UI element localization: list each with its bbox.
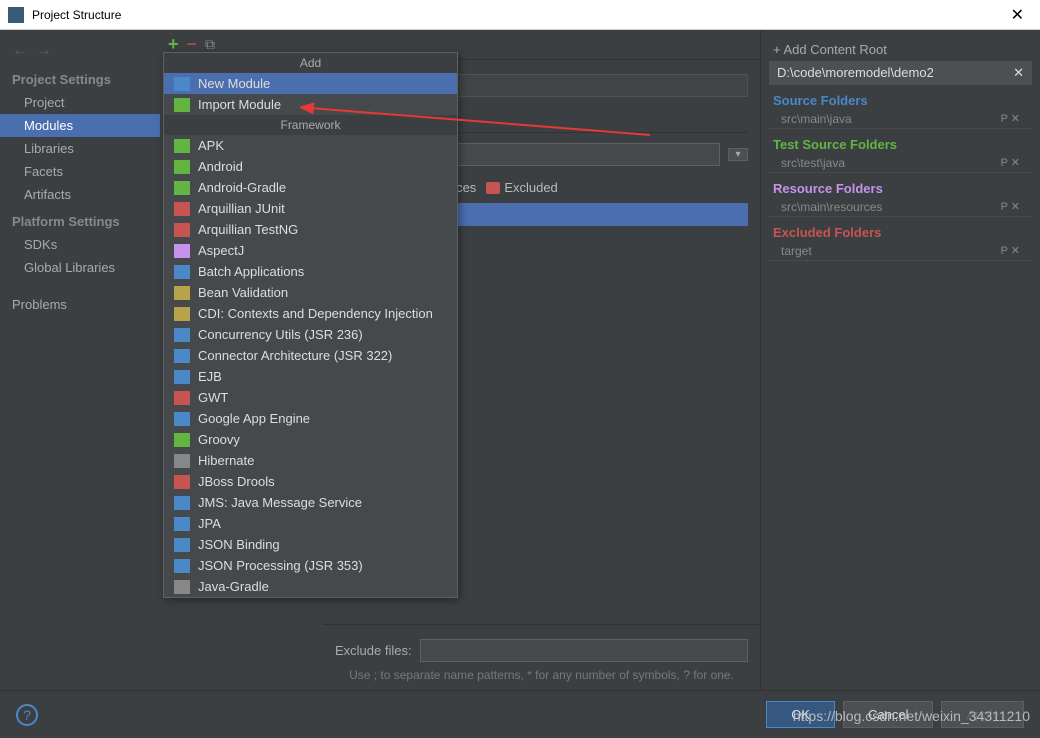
framework-icon (174, 202, 190, 216)
popup-item-framework[interactable]: Batch Applications (164, 261, 457, 282)
framework-icon (174, 517, 190, 531)
popup-item-framework[interactable]: APK (164, 135, 457, 156)
help-icon[interactable]: ? (16, 704, 38, 726)
sidebar-item-problems[interactable]: Problems (0, 293, 160, 316)
remove-folder-icon[interactable]: ✕ (1011, 201, 1020, 213)
add-popup: Add New Module Import Module Framework A… (163, 52, 458, 598)
framework-icon (174, 139, 190, 153)
popup-item-framework[interactable]: Arquillian TestNG (164, 219, 457, 240)
add-content-root-button[interactable]: + Add Content Root (769, 38, 1032, 61)
sidebar-item-project[interactable]: Project (0, 91, 160, 114)
framework-icon (174, 454, 190, 468)
popup-item-framework[interactable]: JMS: Java Message Service (164, 492, 457, 513)
popup-item-framework[interactable]: JPA (164, 513, 457, 534)
popup-item-framework[interactable]: JBoss Drools (164, 471, 457, 492)
folder-path[interactable]: src\main\resourcesP ✕ (769, 198, 1032, 217)
section-platform-settings: Platform Settings (0, 206, 160, 233)
framework-icon (174, 307, 190, 321)
edit-icon[interactable]: P (1001, 113, 1008, 125)
remove-folder-icon[interactable]: ✕ (1011, 245, 1020, 257)
popup-item-framework[interactable]: CDI: Contexts and Dependency Injection (164, 303, 457, 324)
popup-item-framework[interactable]: Bean Validation (164, 282, 457, 303)
folder-group-title: Source Folders (769, 91, 1032, 110)
framework-icon (174, 223, 190, 237)
exclude-hint: Use ; to separate name patterns, * for a… (335, 668, 748, 682)
framework-icon (174, 160, 190, 174)
folder-path[interactable]: src\test\javaP ✕ (769, 154, 1032, 173)
back-icon[interactable]: ← (12, 42, 28, 60)
remove-folder-icon[interactable]: ✕ (1011, 157, 1020, 169)
popup-item-framework[interactable]: Concurrency Utils (JSR 236) (164, 324, 457, 345)
watermark: https://blog.csdn.net/weixin_34311210 (793, 708, 1030, 724)
folder-path[interactable]: src\main\javaP ✕ (769, 110, 1032, 129)
framework-icon (174, 286, 190, 300)
edit-icon[interactable]: P (1001, 245, 1008, 257)
sidebar-item-modules[interactable]: Modules (0, 114, 160, 137)
sidebar-item-global-libraries[interactable]: Global Libraries (0, 256, 160, 279)
popup-item-framework[interactable]: GWT (164, 387, 457, 408)
copy-icon[interactable]: ⧉ (205, 36, 215, 53)
framework-icon (174, 181, 190, 195)
popup-item-import-module[interactable]: Import Module (164, 94, 457, 115)
popup-item-new-module[interactable]: New Module (164, 73, 457, 94)
chevron-down-icon[interactable]: ▾ (728, 148, 748, 161)
edit-icon[interactable]: P (1001, 201, 1008, 213)
content-roots-panel: + Add Content Root D:\code\moremodel\dem… (760, 30, 1040, 690)
popup-header-add: Add (164, 53, 457, 73)
framework-icon (174, 412, 190, 426)
framework-icon (174, 433, 190, 447)
popup-item-framework[interactable]: Java-Gradle (164, 576, 457, 597)
framework-icon (174, 496, 190, 510)
popup-item-framework[interactable]: Google App Engine (164, 408, 457, 429)
popup-item-framework[interactable]: AspectJ (164, 240, 457, 261)
sidebar-item-libraries[interactable]: Libraries (0, 137, 160, 160)
framework-icon (174, 328, 190, 342)
sidebar-item-sdks[interactable]: SDKs (0, 233, 160, 256)
content-root-header: D:\code\moremodel\demo2 ✕ (769, 61, 1032, 85)
excluded-icon (486, 182, 500, 194)
popup-item-framework[interactable]: Android-Gradle (164, 177, 457, 198)
edit-icon[interactable]: P (1001, 157, 1008, 169)
sidebar-item-artifacts[interactable]: Artifacts (0, 183, 160, 206)
exclude-input[interactable] (420, 639, 748, 662)
remove-folder-icon[interactable]: ✕ (1011, 113, 1020, 125)
window-title: Project Structure (32, 8, 1003, 22)
nav-arrows: ← → (0, 38, 160, 64)
close-icon[interactable]: ✕ (1003, 5, 1032, 25)
framework-icon (174, 580, 190, 594)
close-root-icon[interactable]: ✕ (1013, 65, 1024, 81)
popup-item-framework[interactable]: Connector Architecture (JSR 322) (164, 345, 457, 366)
popup-item-framework[interactable]: EJB (164, 366, 457, 387)
popup-header-framework: Framework (164, 115, 457, 135)
exclude-label: Exclude files: (335, 643, 412, 658)
sidebar-item-facets[interactable]: Facets (0, 160, 160, 183)
folder-icon (174, 77, 190, 91)
framework-icon (174, 559, 190, 573)
framework-icon (174, 370, 190, 384)
popup-item-framework[interactable]: Android (164, 156, 457, 177)
forward-icon[interactable]: → (36, 42, 52, 60)
popup-item-framework[interactable]: JSON Binding (164, 534, 457, 555)
folder-group-title: Excluded Folders (769, 223, 1032, 242)
titlebar: Project Structure ✕ (0, 0, 1040, 30)
sidebar: ← → Project Settings Project Modules Lib… (0, 30, 160, 690)
folder-group-title: Test Source Folders (769, 135, 1032, 154)
popup-item-framework[interactable]: Hibernate (164, 450, 457, 471)
folder-path[interactable]: targetP ✕ (769, 242, 1032, 261)
section-project-settings: Project Settings (0, 64, 160, 91)
folder-group-title: Resource Folders (769, 179, 1032, 198)
framework-icon (174, 475, 190, 489)
framework-icon (174, 349, 190, 363)
framework-icon (174, 265, 190, 279)
framework-icon (174, 538, 190, 552)
framework-icon (174, 244, 190, 258)
framework-icon (174, 391, 190, 405)
popup-item-framework[interactable]: Arquillian JUnit (164, 198, 457, 219)
import-icon (174, 98, 190, 112)
app-icon (8, 7, 24, 23)
popup-item-framework[interactable]: JSON Processing (JSR 353) (164, 555, 457, 576)
popup-item-framework[interactable]: Groovy (164, 429, 457, 450)
